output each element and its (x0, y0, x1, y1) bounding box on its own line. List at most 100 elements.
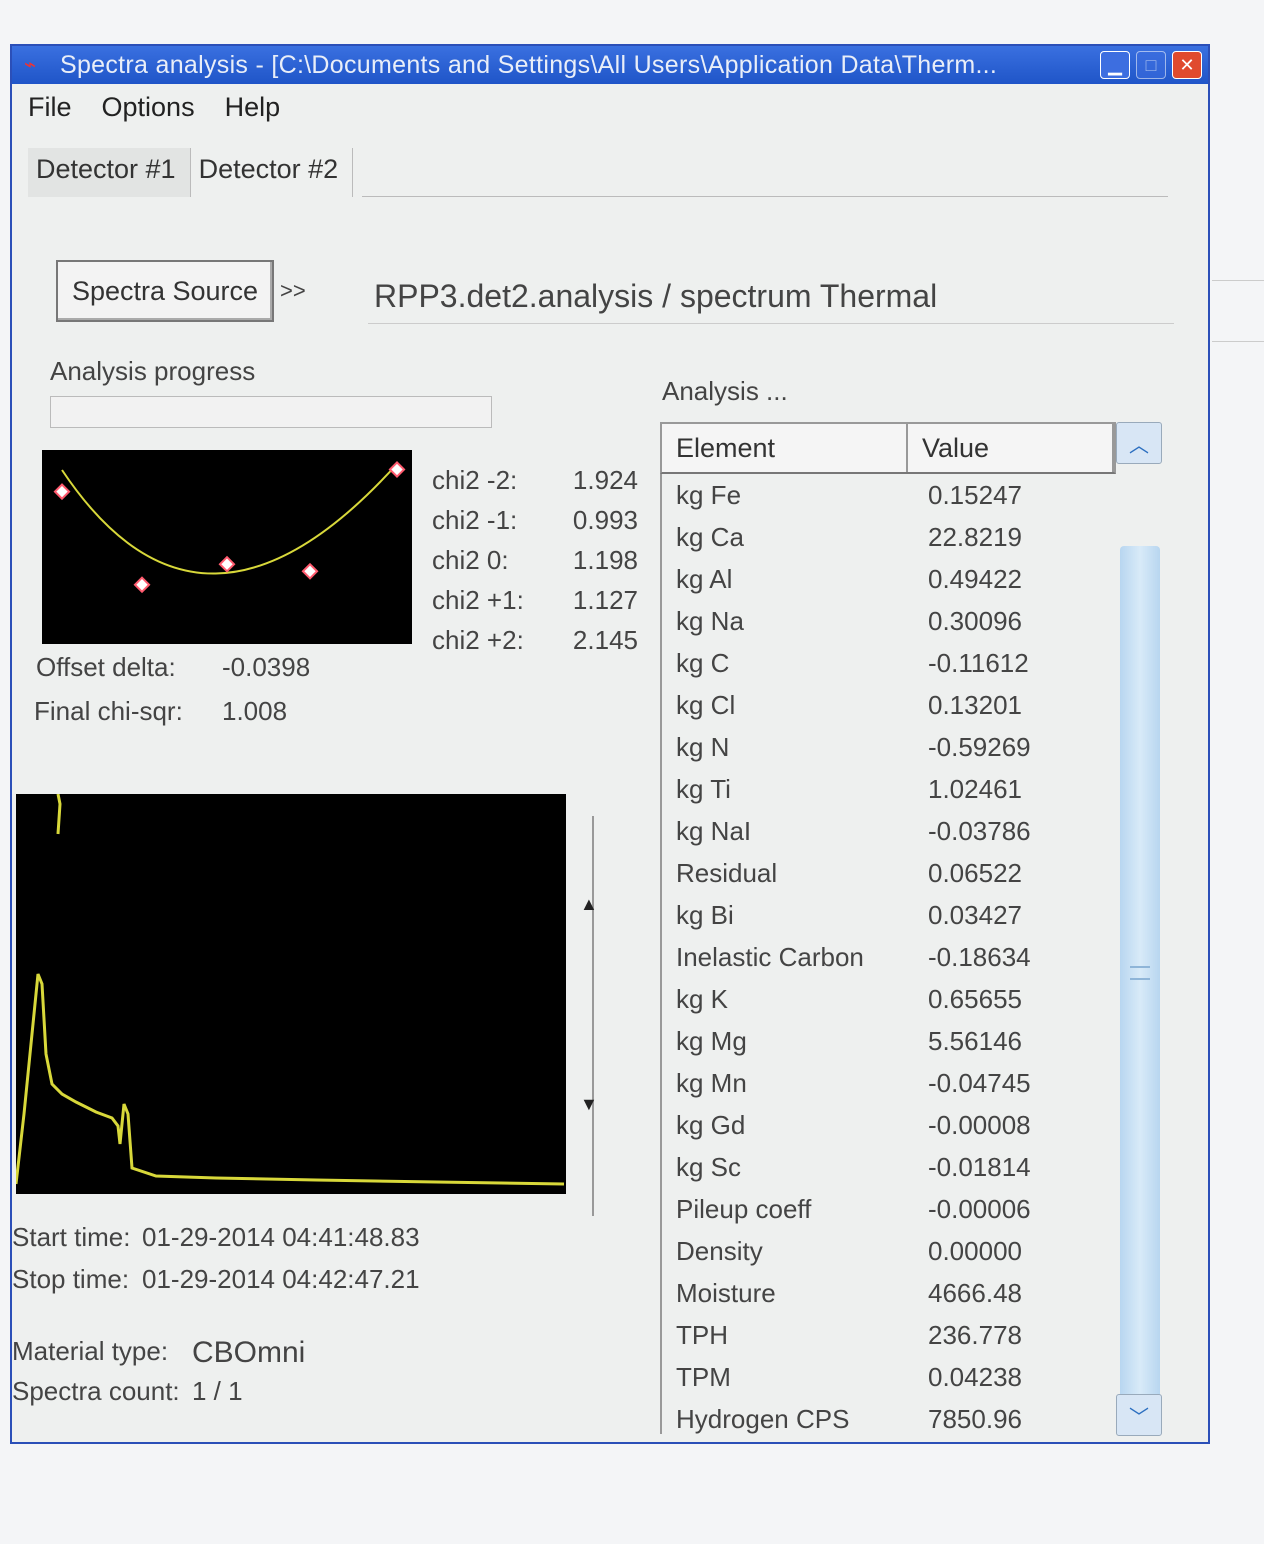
element-cell: Density (676, 1235, 763, 1266)
table-row[interactable]: kg C -0.11612 (662, 642, 1118, 684)
element-cell: kg Mn (676, 1067, 747, 1098)
spectrum-down-icon[interactable]: ▼ (580, 1094, 598, 1115)
chi-value: 1.924 (572, 464, 638, 495)
value-cell: 0.03427 (928, 899, 1022, 930)
spectrum-scroll-track[interactable] (592, 816, 614, 1216)
scroll-up-button[interactable]: ︿ (1116, 422, 1162, 464)
table-row[interactable]: TPM 0.04238 (662, 1356, 1118, 1398)
stop-time-label: Stop time: (12, 1264, 130, 1294)
column-header-element[interactable]: Element (662, 424, 908, 472)
spectra-source-field[interactable]: RPP3.det2.analysis / spectrum Thermal (368, 270, 1174, 324)
offset-delta-value: -0.0398 (222, 652, 311, 682)
element-cell: kg NaI (676, 815, 752, 846)
element-cell: TPM (676, 1361, 731, 1392)
analysis-grid-header: Element Value (660, 422, 1116, 474)
spectrum-trace (14, 973, 565, 1186)
table-row[interactable]: kg Ti 1.02461 (662, 768, 1118, 810)
table-row[interactable]: kg Ca 22.8219 (662, 516, 1118, 558)
value-cell: 0.00000 (928, 1235, 1022, 1266)
menu-options[interactable]: Options (102, 92, 195, 123)
window-title: Spectra analysis - [C:\Documents and Set… (60, 50, 998, 79)
value-cell: 0.49422 (928, 563, 1022, 594)
menu-bar: File Options Help (28, 92, 280, 123)
table-row[interactable]: kg Fe 0.15247 (662, 474, 1118, 516)
value-cell: 0.04238 (928, 1361, 1022, 1392)
table-row[interactable]: Pileup coeff -0.00006 (662, 1188, 1118, 1230)
chi-values: chi2 -2: 1.924 chi2 -1: 0.993 chi2 0: 1.198… (432, 460, 638, 660)
table-row[interactable]: kg Na 0.30096 (662, 600, 1118, 642)
tab-divider (362, 196, 1168, 197)
value-cell: 7850.96 (928, 1403, 1022, 1434)
menu-help[interactable]: Help (225, 92, 281, 123)
chi-row: chi2 +2: 2.145 (432, 620, 638, 660)
value-cell: -0.00006 (928, 1193, 1031, 1224)
analysis-progress-label: Analysis progress (50, 356, 256, 386)
chi-value: 2.145 (572, 624, 638, 655)
element-cell: kg Fe (676, 479, 742, 510)
spectrum-up-icon[interactable]: ▲ (580, 894, 598, 915)
minimize-icon: ▁ (1108, 54, 1122, 75)
scroll-thumb[interactable] (1120, 546, 1160, 1406)
minimize-button[interactable]: ▁ (1100, 51, 1130, 79)
table-row[interactable]: kg Sc -0.01814 (662, 1146, 1118, 1188)
element-cell: kg Ca (676, 521, 744, 552)
table-row[interactable]: kg Gd -0.00008 (662, 1104, 1118, 1146)
column-header-value[interactable]: Value (908, 424, 1114, 472)
table-row[interactable]: kg NaI -0.03786 (662, 810, 1118, 852)
analysis-grid[interactable]: kg Fe 0.15247 kg Ca 22.8219 kg Al 0.49422 kg N… (660, 474, 1118, 1434)
chi-fit-svg (53, 461, 406, 594)
analysis-scrollbar[interactable]: ︿ ﹀ (1116, 422, 1166, 1436)
element-cell: kg Gd (676, 1109, 746, 1140)
chi-row: chi2 -2: 1.924 (432, 460, 638, 500)
value-cell: -0.03786 (928, 815, 1031, 846)
value-cell: 22.8219 (928, 521, 1022, 552)
tab-detector-2[interactable]: Detector #2 (191, 148, 354, 197)
value-cell: 0.13201 (928, 689, 1022, 720)
element-cell: Hydrogen CPS (676, 1403, 850, 1434)
chi-fit-plot (42, 450, 412, 644)
title-bar[interactable]: ⌁ Spectra analysis - [C:\Documents and S… (12, 46, 1208, 84)
element-cell: Residual (676, 857, 778, 888)
analysis-progress-bar (50, 396, 492, 428)
stop-time-value: 01-29-2014 04:42:47.21 (142, 1264, 420, 1294)
chi-marker (301, 562, 319, 580)
final-chi-sqr-label: Final chi-sqr: (34, 696, 183, 726)
analysis-label: Analysis ... (662, 376, 788, 406)
table-row[interactable]: kg Cl 0.13201 (662, 684, 1118, 726)
value-cell: 236.778 (928, 1319, 1022, 1350)
menu-file[interactable]: File (28, 92, 72, 123)
chi-marker (133, 576, 151, 594)
table-row[interactable]: kg K 0.65655 (662, 978, 1118, 1020)
value-cell: -0.18634 (928, 941, 1031, 972)
table-row[interactable]: kg Mn -0.04745 (662, 1062, 1118, 1104)
scroll-down-button[interactable]: ﹀ (1116, 1394, 1162, 1436)
maximize-button[interactable]: □ (1136, 51, 1166, 79)
spectra-analysis-window: ⌁ Spectra analysis - [C:\Documents and S… (10, 44, 1210, 1444)
chi-marker (53, 483, 71, 501)
table-row[interactable]: kg Al 0.49422 (662, 558, 1118, 600)
element-cell: TPH (676, 1319, 728, 1350)
table-row[interactable]: Density 0.00000 (662, 1230, 1118, 1272)
table-row[interactable]: kg Bi 0.03427 (662, 894, 1118, 936)
close-button[interactable]: ✕ (1172, 51, 1202, 79)
table-row[interactable]: Inelastic Carbon -0.18634 (662, 936, 1118, 978)
value-cell: 1.02461 (928, 773, 1022, 804)
offset-delta-label: Offset delta: (36, 652, 176, 682)
spectra-source-button[interactable]: Spectra Source (56, 260, 274, 322)
element-cell: kg K (676, 983, 729, 1014)
value-cell: -0.59269 (928, 731, 1031, 762)
value-cell: 0.06522 (928, 857, 1022, 888)
spectra-count-label: Spectra count: (12, 1376, 180, 1406)
table-row[interactable]: Moisture 4666.48 (662, 1272, 1118, 1314)
value-cell: 0.15247 (928, 479, 1022, 510)
table-row[interactable]: TPH 236.778 (662, 1314, 1118, 1356)
table-row[interactable]: kg Mg 5.56146 (662, 1020, 1118, 1062)
element-cell: kg Cl (676, 689, 736, 720)
table-row[interactable]: Hydrogen CPS 7850.96 (662, 1398, 1118, 1440)
table-row[interactable]: Residual 0.06522 (662, 852, 1118, 894)
element-cell: kg Al (676, 563, 733, 594)
background-window-edge (1212, 280, 1264, 342)
tab-detector-1[interactable]: Detector #1 (28, 148, 191, 197)
chi-marker (388, 461, 406, 478)
table-row[interactable]: kg N -0.59269 (662, 726, 1118, 768)
